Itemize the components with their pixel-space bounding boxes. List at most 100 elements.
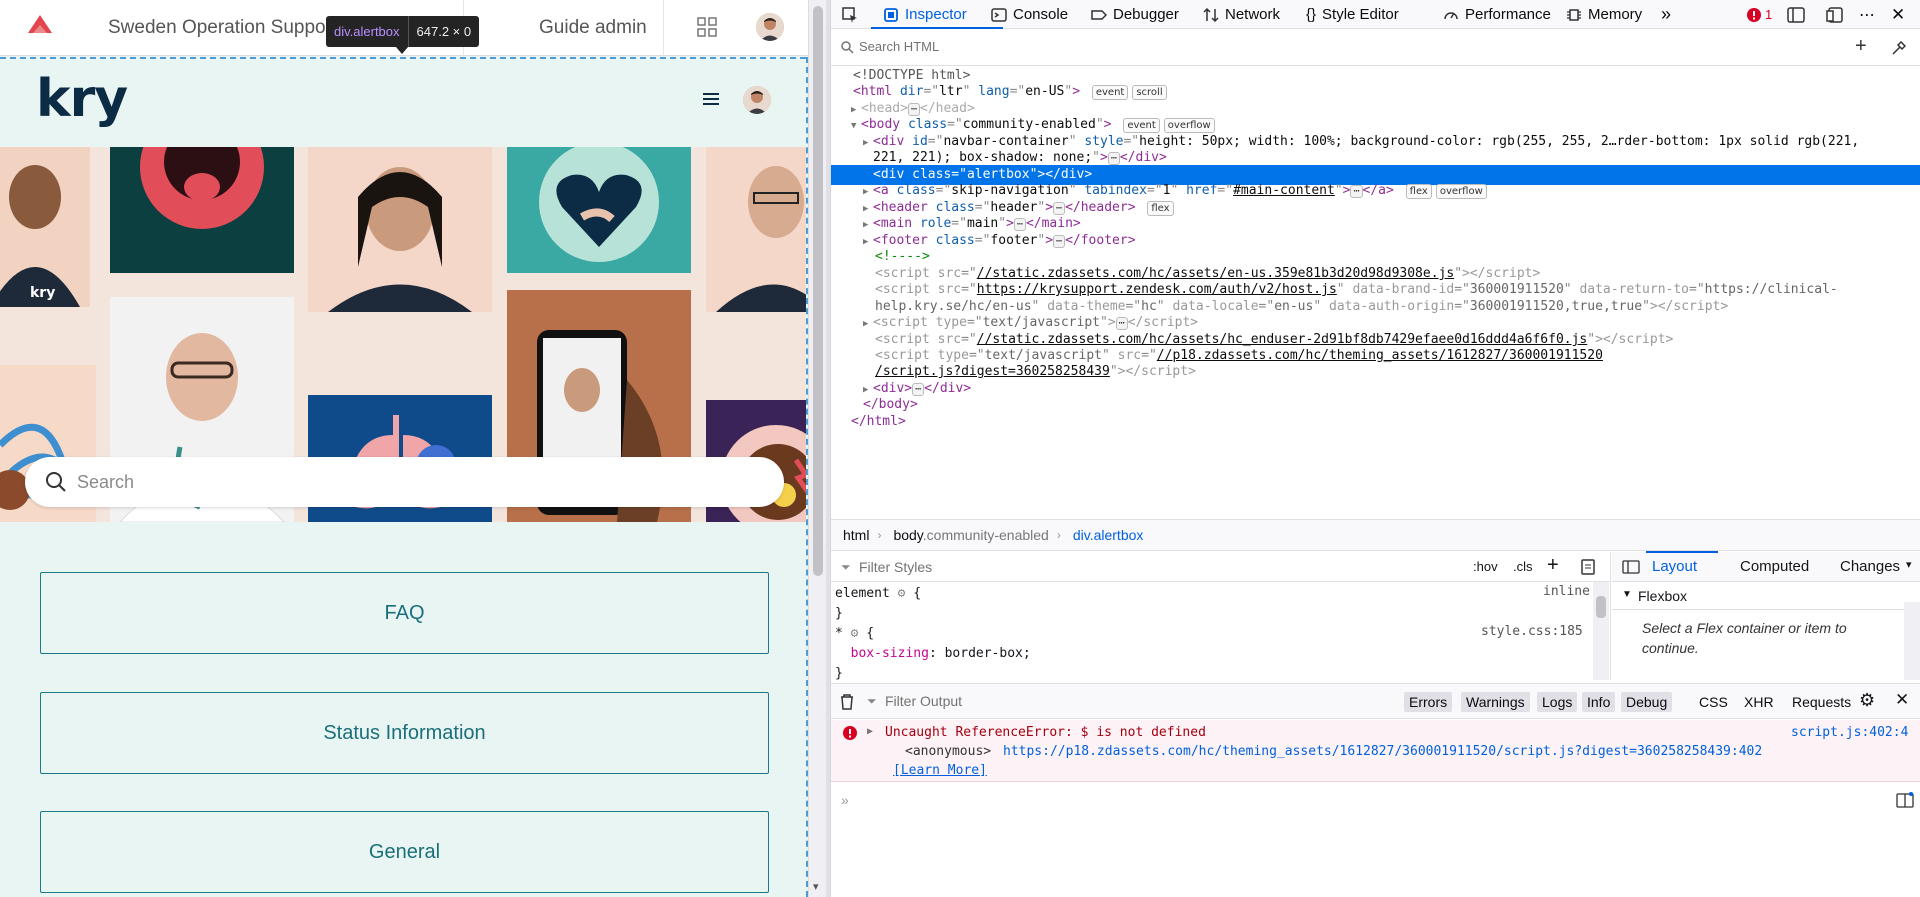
breadcrumb-item-body[interactable]: body.community-enabled [893,527,1048,543]
tooltip-selector: div.alertbox [326,16,409,47]
rule-source-stylesheet[interactable]: style.css:185 [1481,624,1583,639]
filter-styles-input[interactable]: Filter Styles [859,559,932,575]
tab-layout[interactable]: Layout [1652,558,1697,575]
tooltip-dimensions: 647.2 × 0 [416,24,472,39]
search-input[interactable]: Search [77,472,134,493]
tab-debugger[interactable]: Debugger [1091,0,1179,29]
markup-close-html[interactable]: </html> [851,412,1920,432]
breadcrumb-item-html[interactable]: html [843,527,869,543]
split-console: ⏷ Filter Output Errors Warnings Logs Inf… [831,683,1920,897]
search-html-input[interactable]: Search HTML [859,39,939,54]
close-devtools-icon[interactable]: ✕ [1891,0,1905,29]
close-icon[interactable]: ✕ [1895,690,1909,710]
breadcrumb-item-alertbox[interactable]: div.alertbox [1073,527,1144,543]
tab-inspector-label: Inspector [905,6,967,23]
user-avatar[interactable] [743,86,771,114]
guide-admin-link[interactable]: Guide admin [539,17,647,39]
trash-icon[interactable] [839,693,855,711]
more-options-icon[interactable]: ⋯ [1859,0,1875,29]
print-media-icon[interactable] [1581,559,1595,575]
sidebar-toggle-icon[interactable] [1622,560,1640,574]
stack-frame-name: <anonymous> [905,744,992,759]
tab-performance[interactable]: Performance [1443,0,1551,29]
category-button-status-information[interactable]: Status Information [40,692,769,774]
filter-info[interactable]: Info [1582,692,1616,712]
console-icon [991,7,1007,22]
error-counter[interactable]: 1 [1747,0,1772,29]
category-button-faq[interactable]: FAQ [40,572,769,654]
sidebar-tabs: Layout Computed Changes ▾ [1612,551,1920,582]
tab-console-label: Console [1013,6,1069,23]
pick-element-icon [842,6,857,23]
cls-toggle[interactable]: .cls [1513,559,1533,574]
expand-arrow-icon[interactable]: ▶ [867,726,873,737]
dock-options-icon[interactable] [1826,0,1850,29]
rules-scrollbar[interactable] [1593,582,1609,680]
scrollbar-thumb[interactable] [813,6,823,576]
markup-search-bar: Search HTML + [831,30,1920,66]
console-input[interactable]: » [841,792,849,808]
error-count: 1 [1765,7,1773,22]
kry-logo[interactable]: kry [36,69,128,129]
tab-network[interactable]: Network [1203,0,1280,29]
filter-xhr[interactable]: XHR [1739,692,1779,712]
more-tabs-icon[interactable]: » [1661,0,1671,29]
filter-logs[interactable]: Logs [1537,692,1578,712]
add-node-icon[interactable]: + [1855,35,1867,58]
tab-style-editor-label: Style Editor [1322,6,1399,23]
element-highlight-tooltip: div.alertbox 647.2 × 0 [326,16,480,47]
page-scrollbar[interactable]: ▾ [808,0,826,897]
brand-name[interactable]: Sweden Operation Support [108,17,337,39]
toggle-split-console-icon[interactable] [1787,0,1811,29]
eyedropper-icon[interactable] [1891,40,1907,56]
filter-debug[interactable]: Debug [1621,692,1673,712]
zendesk-logo-icon[interactable] [25,13,55,39]
tab-computed[interactable]: Computed [1740,558,1809,575]
tab-changes[interactable]: Changes [1840,558,1900,575]
user-avatar[interactable] [756,13,784,41]
search-icon [46,472,66,492]
hov-toggle[interactable]: :hov [1473,559,1498,574]
network-icon [1203,7,1219,22]
devtools-toolbar: Inspector Console Debugger Network {} St… [831,0,1920,29]
page-viewport: Sweden Operation Support Guide admin div… [0,0,808,897]
site-header: kry [0,59,806,147]
scroll-down-icon[interactable]: ▾ [813,880,819,893]
filter-errors[interactable]: Errors [1404,692,1453,712]
layout-scrollbar[interactable] [1904,602,1920,680]
devtools-panel: Inspector Console Debugger Network {} St… [830,0,1920,897]
pick-element-button[interactable] [841,0,865,29]
hero-illustration-mouth [110,147,294,273]
app-grid-icon[interactable] [696,16,718,38]
stack-frame-link[interactable]: https://p18.zdassets.com/hc/theming_asse… [1003,744,1762,759]
editor-mode-icon[interactable] [1896,792,1914,808]
filter-css[interactable]: CSS [1694,692,1733,712]
filter-warnings[interactable]: Warnings [1461,692,1530,712]
filter-output-input[interactable]: Filter Output [885,693,962,709]
learn-more-link[interactable]: [Learn More] [893,763,987,778]
rule-universal[interactable]: * ⚙ { box-sizing: border-box;} [835,624,1031,684]
hero-photo-person [706,147,806,312]
tab-inspector[interactable]: Inspector [883,0,967,29]
console-error-message[interactable]: ▶ Uncaught ReferenceError: $ is not defi… [831,720,1920,782]
chevron-down-icon[interactable]: ▾ [1906,558,1912,571]
tab-memory[interactable]: Memory [1566,0,1642,29]
hero-illustration-heart [507,147,691,273]
hero-photo-person: kry [0,147,90,307]
rule-element[interactable]: element ⚙ {} [835,584,921,624]
active-tab-indicator [1646,551,1718,553]
rule-source-inline[interactable]: inline [1543,584,1590,599]
tab-console[interactable]: Console [991,0,1068,29]
error-source-link[interactable]: script.js:402:4 [1791,725,1908,740]
filter-requests[interactable]: Requests [1787,692,1856,712]
memory-icon [1567,8,1581,21]
error-text: Uncaught ReferenceError: $ is not define… [885,725,1206,740]
category-button-general[interactable]: General [40,811,769,893]
hamburger-menu-icon[interactable] [703,92,719,106]
flexbox-section-header[interactable]: ▼ Flexbox [1612,582,1904,610]
gear-icon[interactable]: ⚙ [1859,690,1875,711]
search-bar[interactable]: Search [25,457,784,507]
svg-text:kry: kry [30,285,55,301]
add-rule-icon[interactable]: + [1547,554,1559,577]
tab-style-editor[interactable]: {} Style Editor [1306,0,1399,29]
